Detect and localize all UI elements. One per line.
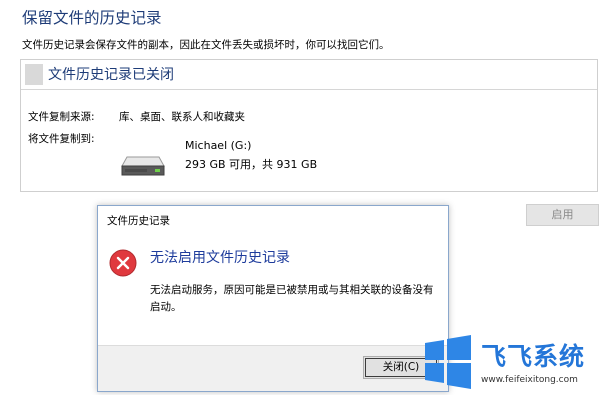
copy-source-label: 文件复制来源:: [28, 111, 95, 123]
hard-drive-icon: [121, 156, 165, 176]
status-panel-header: 文件历史记录已关闭: [21, 60, 597, 90]
watermark-brand: 飞飞系统: [481, 342, 586, 371]
drive-space: 293 GB 可用，共 931 GB: [185, 158, 318, 171]
file-history-status-panel: 文件历史记录已关闭 文件复制来源: 库、桌面、联系人和收藏夹 将文件复制到: M…: [20, 59, 598, 192]
status-panel-title: 文件历史记录已关闭: [48, 67, 174, 83]
dialog-title: 文件历史记录: [107, 215, 170, 227]
error-dialog: 文件历史记录 无法启用文件历史记录 无法启动服务，原因可能是已被禁用或与其相关联…: [97, 205, 449, 392]
watermark-url: www.feifeixitong.com: [481, 375, 578, 385]
dialog-titlebar[interactable]: 文件历史记录: [98, 206, 448, 234]
dialog-heading: 无法启用文件历史记录: [150, 250, 290, 266]
dialog-message: 无法启动服务，原因可能是已被禁用或与其相关联的设备没有启动。: [150, 284, 434, 313]
drive-name: Michael (G:): [185, 139, 252, 152]
watermark: 飞飞系统 www.feifeixitong.com: [423, 331, 608, 395]
error-icon: [109, 249, 137, 277]
copy-destination-label: 将文件复制到:: [28, 133, 95, 145]
dialog-footer: 关闭(C): [98, 345, 448, 391]
windows-logo-icon: [425, 335, 471, 389]
copy-source-value: 库、桌面、联系人和收藏夹: [119, 111, 245, 123]
page-description: 文件历史记录会保存文件的副本，因此在文件丢失或损坏时，你可以找回它们。: [22, 39, 390, 51]
page-title: 保留文件的历史记录: [22, 9, 162, 27]
enable-button[interactable]: 启用: [526, 204, 599, 226]
status-indicator: [25, 64, 43, 85]
